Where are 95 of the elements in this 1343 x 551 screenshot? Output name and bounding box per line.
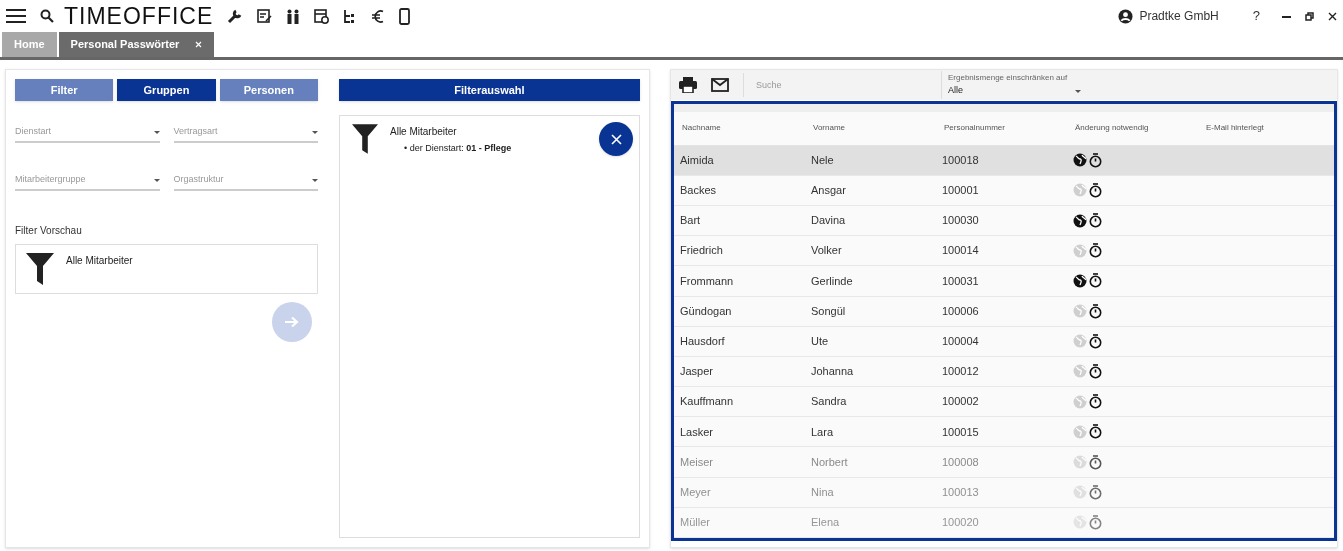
table-cell-text: 100018 bbox=[941, 152, 980, 168]
restrict-dropdown[interactable]: Ergebnismenge einschränken auf Alle bbox=[941, 71, 1081, 99]
table-cell-text: Volker bbox=[810, 243, 843, 259]
mail-icon[interactable] bbox=[711, 78, 729, 92]
table-cell-text: 100020 bbox=[941, 515, 980, 531]
table-cell-text: Johanna bbox=[810, 364, 855, 380]
table-cell-text: Ansgar bbox=[810, 183, 847, 199]
caret-icon bbox=[312, 130, 318, 134]
stopwatch-icon bbox=[1089, 454, 1102, 470]
table-row[interactable]: Aimida Nele 100018 bbox=[674, 145, 1334, 176]
stopwatch-icon bbox=[1089, 273, 1102, 289]
close-icon bbox=[610, 133, 622, 145]
stopwatch-icon bbox=[1089, 484, 1102, 500]
company-name[interactable]: Pradtke GmbH bbox=[1139, 7, 1219, 25]
column-header[interactable]: E-Mail hinterlegt bbox=[1198, 122, 1318, 135]
stopwatch-icon bbox=[1089, 363, 1102, 379]
table-cell-text: Davina bbox=[810, 213, 847, 229]
column-header[interactable]: Personalnummer bbox=[936, 122, 1067, 135]
table-cell-text: Kauffmann bbox=[679, 394, 734, 410]
table-cell-text: Meiser bbox=[679, 454, 714, 470]
stopwatch-icon bbox=[1089, 152, 1102, 168]
table-cell-text: Gündogan bbox=[679, 303, 733, 319]
table-cell-text: 100030 bbox=[941, 213, 980, 229]
people-icon[interactable] bbox=[286, 8, 301, 24]
table-cell-text: 100008 bbox=[941, 454, 980, 470]
funnel-icon bbox=[26, 253, 54, 285]
table-cell-text: Bart bbox=[679, 213, 702, 229]
column-header[interactable]: Vorname bbox=[805, 122, 936, 135]
stopwatch-icon bbox=[1089, 303, 1102, 319]
preview-text: Alle Mitarbeiter bbox=[66, 254, 133, 268]
menu-icon[interactable] bbox=[6, 8, 26, 24]
column-header[interactable]: Änderung notwendig bbox=[1067, 122, 1198, 135]
table-cell-text: 100014 bbox=[941, 243, 980, 259]
table-cell-text: Backes bbox=[679, 183, 718, 199]
mode-button[interactable]: Filter bbox=[15, 79, 114, 101]
arrow-right-icon bbox=[285, 316, 299, 328]
stopwatch-icon bbox=[1089, 424, 1102, 440]
search-field[interactable]: Suche bbox=[743, 73, 927, 97]
stopwatch-icon bbox=[1089, 243, 1102, 259]
table-cell-text: 100002 bbox=[941, 394, 980, 410]
table-cell-text: Müller bbox=[679, 515, 711, 531]
stopwatch-icon bbox=[1089, 213, 1102, 229]
calendar-clock-icon[interactable] bbox=[314, 8, 330, 24]
app-logo: TIMEOFFICE bbox=[64, 1, 214, 31]
table-cell-text: 100013 bbox=[941, 484, 980, 500]
table-cell-text: Songül bbox=[810, 303, 847, 319]
table-cell-text: Friedrich bbox=[679, 243, 724, 259]
mode-button[interactable]: Personen bbox=[219, 79, 318, 101]
printer-icon[interactable] bbox=[679, 77, 697, 93]
funnel-icon bbox=[352, 124, 378, 154]
euro-icon[interactable] bbox=[371, 8, 386, 24]
wrench-icon[interactable] bbox=[227, 8, 244, 24]
caret-icon bbox=[1075, 89, 1081, 93]
table-cell-text: Frommann bbox=[679, 273, 735, 289]
table-cell-text: Nina bbox=[810, 484, 835, 500]
search-icon[interactable] bbox=[40, 9, 54, 23]
stopwatch-icon bbox=[1089, 514, 1102, 530]
phone-icon[interactable] bbox=[399, 7, 411, 25]
caret-icon bbox=[312, 178, 318, 182]
table-cell-text: Lara bbox=[810, 424, 835, 440]
preview-label: Filter Vorschau bbox=[15, 224, 83, 238]
clear-filter-button[interactable] bbox=[599, 122, 633, 156]
filter-selection-header: Filterauswahl bbox=[339, 79, 640, 101]
table-cell-text: Hausdorf bbox=[679, 334, 726, 350]
list-edit-icon[interactable] bbox=[257, 9, 273, 23]
stopwatch-icon bbox=[1089, 394, 1102, 410]
table-cell-text: 100006 bbox=[941, 303, 980, 319]
mode-button[interactable]: Gruppen bbox=[117, 79, 216, 101]
caret-icon bbox=[153, 178, 160, 182]
table-cell-text: 100031 bbox=[941, 273, 980, 289]
table-cell-text: 100001 bbox=[941, 183, 980, 199]
column-header[interactable]: Nachname bbox=[674, 122, 805, 135]
stopwatch-icon bbox=[1089, 182, 1102, 198]
table-cell-text: Norbert bbox=[810, 454, 849, 470]
close-icon[interactable] bbox=[1328, 11, 1337, 21]
selection-heading: Alle Mitarbeiter bbox=[390, 125, 458, 139]
criterion-text: • der Dienstart: 01 - Pflege bbox=[404, 142, 512, 155]
table-cell-text: Aimida bbox=[679, 152, 715, 168]
table-cell-text: Jasper bbox=[679, 364, 715, 380]
table-cell-text: 100004 bbox=[941, 334, 980, 350]
restore-icon[interactable] bbox=[1305, 11, 1314, 21]
table-cell-text: 100012 bbox=[941, 364, 980, 380]
table-cell-text: Sandra bbox=[810, 394, 848, 410]
help-link[interactable]: ? bbox=[1252, 6, 1260, 26]
table-cell-text: Nele bbox=[810, 152, 835, 168]
table-cell-text: Lasker bbox=[679, 424, 715, 440]
caret-icon bbox=[153, 130, 160, 134]
stopwatch-icon bbox=[1089, 333, 1102, 349]
tab[interactable]: Personal Passwörter bbox=[58, 32, 215, 57]
table-cell-text: Elena bbox=[810, 515, 841, 531]
table-cell-text: Ute bbox=[810, 334, 830, 350]
table-cell-text: Meyer bbox=[679, 484, 712, 500]
table-cell-text: Gerlinde bbox=[810, 273, 854, 289]
table-cell-text: 100015 bbox=[941, 424, 980, 440]
user-icon bbox=[1118, 8, 1134, 24]
